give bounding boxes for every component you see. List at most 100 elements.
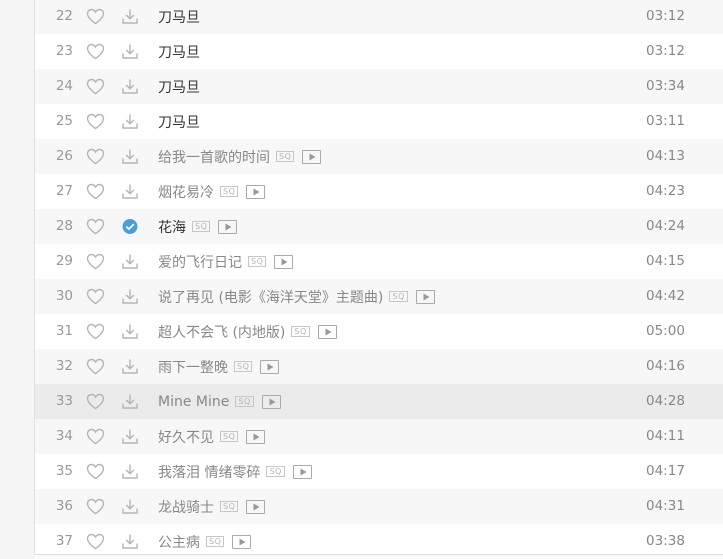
track-title[interactable]: 我落泪 情绪零碎 [158, 462, 260, 482]
download-icon[interactable] [121, 393, 139, 410]
play-mv-icon[interactable] [292, 464, 312, 479]
download-icon[interactable] [121, 463, 139, 480]
track-number: 33 [55, 393, 73, 409]
track-title[interactable]: 花海 [158, 217, 186, 237]
download-icon[interactable] [121, 288, 139, 305]
track-row[interactable]: 27 烟花易冷 SQ 04:23 [35, 174, 723, 209]
heart-icon[interactable] [86, 288, 105, 305]
track-title[interactable]: 刀马旦 [158, 7, 200, 27]
play-mv-icon[interactable] [246, 429, 266, 444]
track-title-cell: 超人不会飞 (内地版) SQ [158, 314, 337, 349]
play-mv-icon[interactable] [246, 184, 266, 199]
track-title[interactable]: 雨下一整晚 [158, 357, 228, 377]
download-icon[interactable] [121, 253, 139, 270]
heart-icon[interactable] [86, 358, 105, 375]
heart-icon[interactable] [86, 43, 105, 60]
track-duration: 04:15 [646, 253, 685, 269]
track-row[interactable]: 22 刀马旦 03:12 [35, 0, 723, 34]
download-icon[interactable] [121, 8, 139, 25]
heart-icon[interactable] [86, 8, 105, 25]
play-mv-icon[interactable] [260, 359, 280, 374]
download-icon[interactable] [121, 148, 139, 165]
track-title-cell: 爱的飞行日记 SQ [158, 244, 294, 279]
sq-quality-badge: SQ [389, 291, 408, 302]
track-row[interactable]: 32 雨下一整晚 SQ 04:16 [35, 349, 723, 384]
track-row[interactable]: 33 Mine Mine SQ 04:28 [35, 384, 723, 419]
heart-icon[interactable] [86, 393, 105, 410]
download-icon[interactable] [121, 428, 139, 445]
track-title[interactable]: 公主病 [158, 532, 200, 552]
download-icon[interactable] [121, 533, 139, 550]
track-number: 23 [55, 43, 73, 59]
heart-icon[interactable] [86, 533, 105, 550]
track-duration: 04:13 [646, 148, 685, 164]
heart-icon[interactable] [86, 148, 105, 165]
track-title[interactable]: 龙战骑士 [158, 497, 214, 517]
track-title[interactable]: 好久不见 [158, 427, 214, 447]
track-row[interactable]: 28 花海 SQ 04:24 [35, 209, 723, 244]
download-icon[interactable] [121, 43, 139, 60]
track-title[interactable]: 超人不会飞 (内地版) [158, 322, 285, 342]
track-title-cell: 好久不见 SQ [158, 419, 266, 454]
play-mv-icon[interactable] [261, 394, 281, 409]
track-row[interactable]: 29 爱的飞行日记 SQ 04:15 [35, 244, 723, 279]
sq-quality-badge: SQ [276, 151, 295, 162]
sq-quality-badge: SQ [220, 186, 239, 197]
track-title[interactable]: 说了再见 (电影《海洋天堂》主题曲) [158, 287, 383, 307]
play-mv-icon[interactable] [302, 149, 322, 164]
track-row[interactable]: 31 超人不会飞 (内地版) SQ 05:00 [35, 314, 723, 349]
track-title[interactable]: 刀马旦 [158, 112, 200, 132]
track-number: 22 [55, 8, 73, 24]
track-title-cell: 我落泪 情绪零碎 SQ [158, 454, 312, 489]
play-mv-icon[interactable] [274, 254, 294, 269]
track-title[interactable]: 刀马旦 [158, 42, 200, 62]
track-number: 26 [55, 148, 73, 164]
track-row[interactable]: 34 好久不见 SQ 04:11 [35, 419, 723, 454]
play-mv-icon[interactable] [246, 499, 266, 514]
heart-icon[interactable] [86, 78, 105, 95]
track-list: 22 刀马旦 03:12 23 刀马旦 03:12 24 刀马旦 03:34 2… [34, 0, 723, 559]
download-icon[interactable] [121, 498, 139, 515]
track-title[interactable]: 刀马旦 [158, 77, 200, 97]
heart-icon[interactable] [86, 323, 105, 340]
download-icon[interactable] [121, 183, 139, 200]
track-row[interactable]: 26 给我一首歌的时间 SQ 04:13 [35, 139, 723, 174]
track-row[interactable]: 23 刀马旦 03:12 [35, 34, 723, 69]
track-row[interactable]: 24 刀马旦 03:34 [35, 69, 723, 104]
track-number: 24 [55, 78, 73, 94]
play-mv-icon[interactable] [232, 534, 252, 549]
track-title[interactable]: Mine Mine [158, 394, 229, 410]
track-number: 34 [55, 428, 73, 444]
heart-icon[interactable] [86, 463, 105, 480]
sq-quality-badge: SQ [291, 326, 310, 337]
track-row[interactable]: 35 我落泪 情绪零碎 SQ 04:17 [35, 454, 723, 489]
heart-icon[interactable] [86, 428, 105, 445]
list-bottom-border [34, 554, 723, 559]
download-icon[interactable] [121, 323, 139, 340]
sq-quality-badge: SQ [192, 221, 211, 232]
track-duration: 04:17 [646, 463, 685, 479]
track-row[interactable]: 36 龙战骑士 SQ 04:31 [35, 489, 723, 524]
heart-icon[interactable] [86, 183, 105, 200]
track-duration: 03:12 [646, 43, 685, 59]
track-duration: 04:11 [646, 428, 685, 444]
play-mv-icon[interactable] [218, 219, 238, 234]
heart-icon[interactable] [86, 218, 105, 235]
download-icon[interactable] [121, 113, 139, 130]
heart-icon[interactable] [86, 498, 105, 515]
track-title-cell: 花海 SQ [158, 209, 238, 244]
track-title[interactable]: 给我一首歌的时间 [158, 147, 270, 167]
track-row[interactable]: 25 刀马旦 03:11 [35, 104, 723, 139]
heart-icon[interactable] [86, 253, 105, 270]
track-title-cell: 烟花易冷 SQ [158, 174, 266, 209]
downloaded-check-icon[interactable] [121, 218, 139, 235]
track-duration: 04:28 [646, 393, 685, 409]
track-title[interactable]: 烟花易冷 [158, 182, 214, 202]
heart-icon[interactable] [86, 113, 105, 130]
track-row[interactable]: 30 说了再见 (电影《海洋天堂》主题曲) SQ 04:42 [35, 279, 723, 314]
play-mv-icon[interactable] [415, 289, 435, 304]
play-mv-icon[interactable] [317, 324, 337, 339]
download-icon[interactable] [121, 358, 139, 375]
track-title[interactable]: 爱的飞行日记 [158, 252, 242, 272]
download-icon[interactable] [121, 78, 139, 95]
